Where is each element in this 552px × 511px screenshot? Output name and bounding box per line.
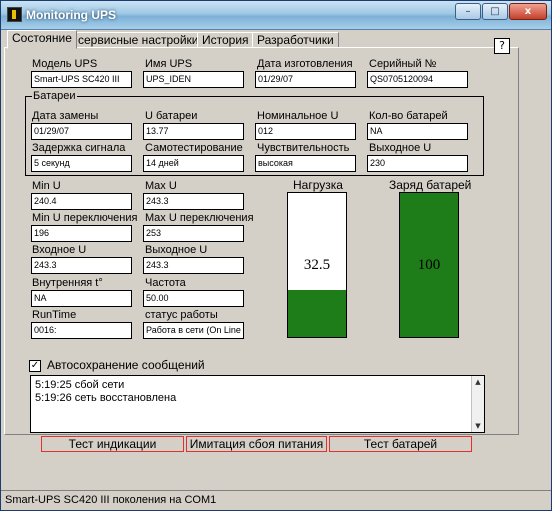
- app-icon: [7, 7, 22, 22]
- max-u-label: Max U: [145, 180, 177, 192]
- internal-temp-field[interactable]: NA: [31, 290, 132, 307]
- close-button[interactable]: x: [509, 3, 547, 20]
- minimize-button[interactable]: –: [455, 3, 481, 20]
- status-bar: Smart-UPS SC420 III поколения на COM1: [1, 490, 551, 510]
- charge-meter-value: 100: [417, 257, 441, 273]
- title-bar[interactable]: Monitoring UPS – □ x: [1, 1, 551, 30]
- min-switch-label: Min U переключения: [32, 212, 138, 224]
- name-field[interactable]: UPS_IDEN: [143, 71, 244, 88]
- signal-delay-label: Задержка сигнала: [32, 142, 126, 154]
- scroll-down-icon[interactable]: ▼: [472, 420, 484, 432]
- mfg-date-field[interactable]: 01/29/07: [255, 71, 356, 88]
- battery-group-title: Батареи: [32, 90, 77, 102]
- load-meter-title: Нагрузка: [293, 178, 343, 192]
- nominal-voltage-field[interactable]: 012: [255, 123, 356, 140]
- app-window: Monitoring UPS – □ x Состояние сервисные…: [0, 0, 552, 511]
- log-line: 5:19:26 сеть восстановлена: [35, 392, 177, 404]
- mfg-date-label: Дата изготовления: [257, 58, 353, 70]
- window-title: Monitoring UPS: [26, 8, 116, 22]
- load-meter: 32.5: [287, 192, 347, 338]
- message-log[interactable]: 5:19:25 сбой сети 5:19:26 сеть восстанов…: [30, 375, 485, 433]
- charge-meter-title: Заряд батарей: [389, 178, 472, 192]
- frequency-label: Частота: [145, 277, 186, 289]
- help-button[interactable]: ?: [494, 38, 510, 54]
- battery-count-field[interactable]: NA: [367, 123, 468, 140]
- input-voltage-field[interactable]: 243.3: [31, 257, 132, 274]
- internal-temp-label: Внутренняя t°: [32, 277, 103, 289]
- selftest-label: Самотестирование: [145, 142, 243, 154]
- min-u-label: Min U: [32, 180, 61, 192]
- model-label: Модель UPS: [32, 58, 98, 70]
- serial-field[interactable]: QS0705120094: [367, 71, 468, 88]
- tab-state[interactable]: Состояние: [7, 30, 77, 49]
- frequency-field[interactable]: 50.00: [143, 290, 244, 307]
- runtime-field[interactable]: 0016:: [31, 322, 132, 339]
- work-status-label: статус работы: [145, 309, 218, 321]
- load-meter-fill: [288, 290, 346, 337]
- scroll-up-icon[interactable]: ▲: [472, 376, 484, 388]
- log-line: 5:19:25 сбой сети: [35, 379, 125, 391]
- replace-date-field[interactable]: 01/29/07: [31, 123, 132, 140]
- signal-delay-field[interactable]: 5 секунд: [31, 155, 132, 172]
- output-u-label: Выходное U: [145, 244, 208, 256]
- output-u-field[interactable]: 243.3: [143, 257, 244, 274]
- autosave-label[interactable]: Автосохранение сообщений: [47, 359, 205, 372]
- name-label: Имя UPS: [145, 58, 193, 70]
- work-status-field[interactable]: Работа в сети (On Line: [143, 322, 244, 339]
- model-field[interactable]: Smart-UPS SC420 III: [31, 71, 132, 88]
- log-scrollbar[interactable]: ▲ ▼: [471, 376, 484, 432]
- max-u-field[interactable]: 243.3: [143, 193, 244, 210]
- battery-count-label: Кол-во батарей: [369, 110, 448, 122]
- max-switch-field[interactable]: 253: [143, 225, 244, 242]
- replace-date-label: Дата замены: [32, 110, 99, 122]
- charge-meter: 100: [399, 192, 459, 338]
- input-voltage-label: Входное U: [32, 244, 87, 256]
- serial-label: Серийный №: [369, 58, 437, 70]
- test-indication-button[interactable]: Тест индикации: [41, 436, 184, 452]
- test-battery-button[interactable]: Тест батарей: [329, 436, 472, 452]
- min-u-field[interactable]: 240.4: [31, 193, 132, 210]
- output-voltage-field[interactable]: 230: [367, 155, 468, 172]
- max-switch-label: Max U переключения: [145, 212, 254, 224]
- runtime-label: RunTime: [32, 309, 77, 321]
- battery-voltage-field[interactable]: 13.77: [143, 123, 244, 140]
- min-switch-field[interactable]: 196: [31, 225, 132, 242]
- sensitivity-label: Чувствительность: [257, 142, 350, 154]
- battery-voltage-label: U батареи: [145, 110, 198, 122]
- nominal-voltage-label: Номинальное U: [257, 110, 339, 122]
- maximize-button[interactable]: □: [482, 3, 508, 20]
- output-voltage-label: Выходное U: [369, 142, 432, 154]
- load-meter-value: 32.5: [303, 257, 331, 273]
- sensitivity-field[interactable]: высокая: [255, 155, 356, 172]
- autosave-checkbox[interactable]: ✓: [29, 360, 41, 372]
- selftest-field[interactable]: 14 дней: [143, 155, 244, 172]
- simulate-failure-button[interactable]: Имитация сбоя питания: [186, 436, 327, 452]
